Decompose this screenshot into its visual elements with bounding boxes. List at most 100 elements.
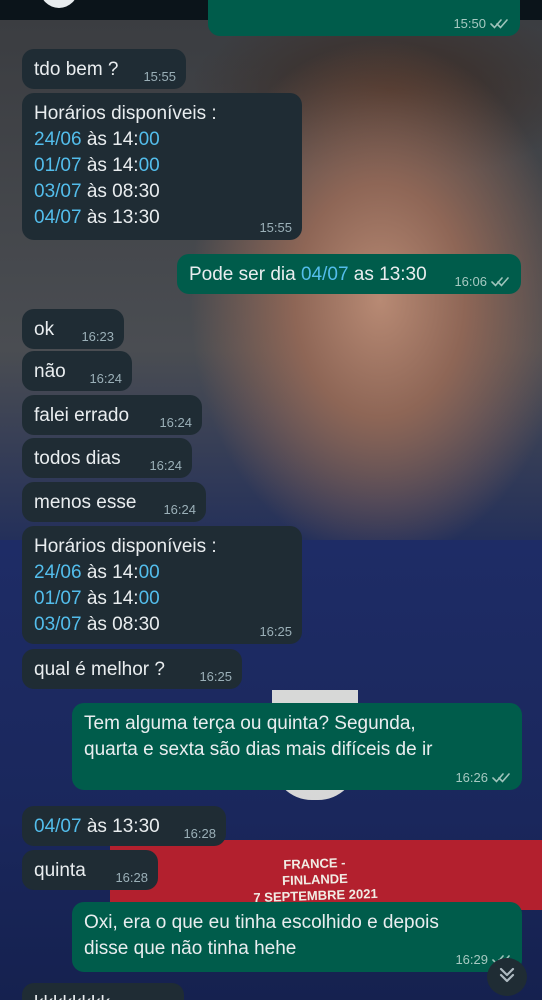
- message-time: 16:29: [455, 952, 488, 967]
- incoming-message[interactable]: menos esse 16:24: [22, 482, 206, 522]
- message-date-link[interactable]: 00: [139, 155, 160, 176]
- message-text: ok: [34, 319, 54, 340]
- message-date-link[interactable]: 01/07: [34, 588, 82, 609]
- message-meta: 16:28: [183, 827, 216, 841]
- message-text: 04/07 às 13:30: [34, 816, 160, 837]
- message-meta: 15:55: [259, 221, 292, 235]
- message-text-run: Pode ser dia: [189, 264, 301, 285]
- message-date-link[interactable]: 24/06: [34, 129, 82, 150]
- message-meta: 16:26: [455, 771, 512, 785]
- message-date-link[interactable]: 04/07: [34, 816, 82, 837]
- message-time: 16:24: [163, 502, 196, 517]
- message-time: 16:24: [149, 458, 182, 473]
- message-text-run: quinta: [34, 860, 86, 881]
- message-text-run: às 14:: [81, 562, 139, 583]
- scroll-to-bottom-button[interactable]: [487, 958, 527, 996]
- message-list[interactable]: 15:50 tdo bem ? 15:55 Horários disponíveis …: [0, 0, 542, 1000]
- message-time: 16:24: [159, 415, 192, 430]
- message-meta: 16:25: [199, 670, 232, 684]
- message-text-run: às 13:30: [81, 816, 160, 837]
- read-receipt-icon: [490, 18, 510, 30]
- message-date-link[interactable]: 04/07: [301, 264, 349, 285]
- message-time: 16:25: [199, 669, 232, 684]
- message-text-run: às 08:30: [81, 614, 160, 635]
- message-time: 16:25: [259, 624, 292, 639]
- message-meta: 16:23: [81, 330, 114, 344]
- message-text-run: às 14:: [81, 588, 139, 609]
- message-text: Horários disponíveis : 24/06 às 14:00 01…: [34, 103, 217, 228]
- message-time: 16:23: [81, 329, 114, 344]
- message-text-run: às 08:30: [86, 181, 160, 202]
- message-text: kkkkkkkk: [34, 993, 110, 1000]
- message-meta: 16:25: [259, 625, 292, 639]
- outgoing-message[interactable]: Oxi, era o que eu tinha escolhido e depo…: [72, 902, 522, 972]
- message-meta: 16:24: [159, 416, 192, 430]
- message-text: Oxi, era o que eu tinha escolhido e depo…: [84, 912, 439, 959]
- message-text: Horários disponíveis : 24/06 às 14:00 01…: [34, 536, 217, 635]
- message-text-run: as 13:30: [348, 264, 427, 285]
- message-text-run: às 14:: [81, 129, 139, 150]
- incoming-message[interactable]: kkkkkkkk: [22, 983, 184, 1000]
- message-time: 16:06: [454, 274, 487, 289]
- message-time: 15:50: [453, 16, 486, 31]
- incoming-message[interactable]: não 16:24: [22, 351, 132, 391]
- incoming-message[interactable]: todos dias 16:24: [22, 438, 192, 478]
- message-text-run: às 13:30: [81, 207, 160, 228]
- incoming-message[interactable]: ok 16:23: [22, 309, 124, 349]
- incoming-message[interactable]: Horários disponíveis : 24/06 às 14:00 01…: [22, 93, 302, 240]
- message-time: 15:55: [259, 220, 292, 235]
- message-meta: 16:24: [89, 372, 122, 386]
- incoming-message[interactable]: falei errado 16:24: [22, 395, 202, 435]
- message-text-run: Oxi, era o que eu tinha escolhido e depo…: [84, 912, 439, 959]
- incoming-message[interactable]: Horários disponíveis : 24/06 às 14:00 01…: [22, 526, 302, 644]
- message-meta: 15:55: [143, 70, 176, 84]
- read-receipt-icon: [492, 772, 512, 784]
- message-text: falei errado: [34, 405, 129, 426]
- message-time: 16:28: [115, 870, 148, 885]
- incoming-message[interactable]: 04/07 às 13:30 16:28: [22, 806, 226, 846]
- message-text: Pode ser dia 04/07 as 13:30: [189, 264, 427, 285]
- outgoing-message[interactable]: Tem alguma terça ou quinta? Segunda, qua…: [72, 703, 522, 790]
- message-text: quinta: [34, 860, 86, 881]
- incoming-message[interactable]: qual é melhor ? 16:25: [22, 649, 242, 689]
- message-text-run: kkkkkkkk: [34, 993, 110, 1000]
- message-text-run: ok: [34, 319, 55, 340]
- message-text-run: Horários disponíveis :: [34, 536, 217, 557]
- message-text-run: Tem alguma terça ou quinta? Segunda, qua…: [84, 713, 433, 760]
- message-text-run: às 14:: [81, 155, 139, 176]
- message-text: não: [34, 361, 66, 382]
- message-date-link[interactable]: 00: [139, 129, 160, 150]
- message-date-link[interactable]: 01/07: [34, 155, 82, 176]
- read-receipt-icon: [491, 276, 511, 288]
- message-time: 16:26: [455, 770, 488, 785]
- message-meta: 16:06: [454, 275, 511, 289]
- message-text: Tem alguma terça ou quinta? Segunda, qua…: [84, 713, 433, 760]
- message-text-run: não: [34, 361, 66, 382]
- message-text: menos esse: [34, 492, 136, 513]
- message-meta: 16:24: [149, 459, 182, 473]
- message-text-run: tdo bem ?: [34, 59, 119, 80]
- message-text-run: Horários disponíveis :: [34, 103, 217, 124]
- incoming-message[interactable]: tdo bem ? 15:55: [22, 49, 186, 89]
- message-text-run: todos dias: [34, 448, 121, 469]
- double-chevron-down-icon: [498, 966, 516, 989]
- incoming-message[interactable]: quinta 16:28: [22, 850, 158, 890]
- message-date-link[interactable]: 00: [139, 562, 160, 583]
- message-date-link[interactable]: 03/07: [34, 181, 82, 202]
- message-text-run: menos esse: [34, 492, 137, 513]
- outgoing-message[interactable]: 15:50: [208, 0, 520, 36]
- message-text-run: falei errado: [34, 405, 130, 426]
- message-text-run: qual é melhor ?: [34, 659, 165, 680]
- message-time: 16:24: [89, 371, 122, 386]
- message-meta: 16:24: [163, 503, 196, 517]
- message-date-link[interactable]: 04/07: [34, 207, 82, 228]
- message-date-link[interactable]: 00: [139, 588, 160, 609]
- message-text: todos dias: [34, 448, 121, 469]
- message-meta: 15:50: [453, 17, 510, 31]
- message-date-link[interactable]: 24/06: [34, 562, 82, 583]
- message-text: qual é melhor ?: [34, 659, 165, 680]
- outgoing-message[interactable]: Pode ser dia 04/07 as 13:30 16:06: [177, 254, 521, 294]
- message-text: tdo bem ?: [34, 59, 119, 80]
- message-date-link[interactable]: 03/07: [34, 614, 82, 635]
- message-time: 16:28: [183, 826, 216, 841]
